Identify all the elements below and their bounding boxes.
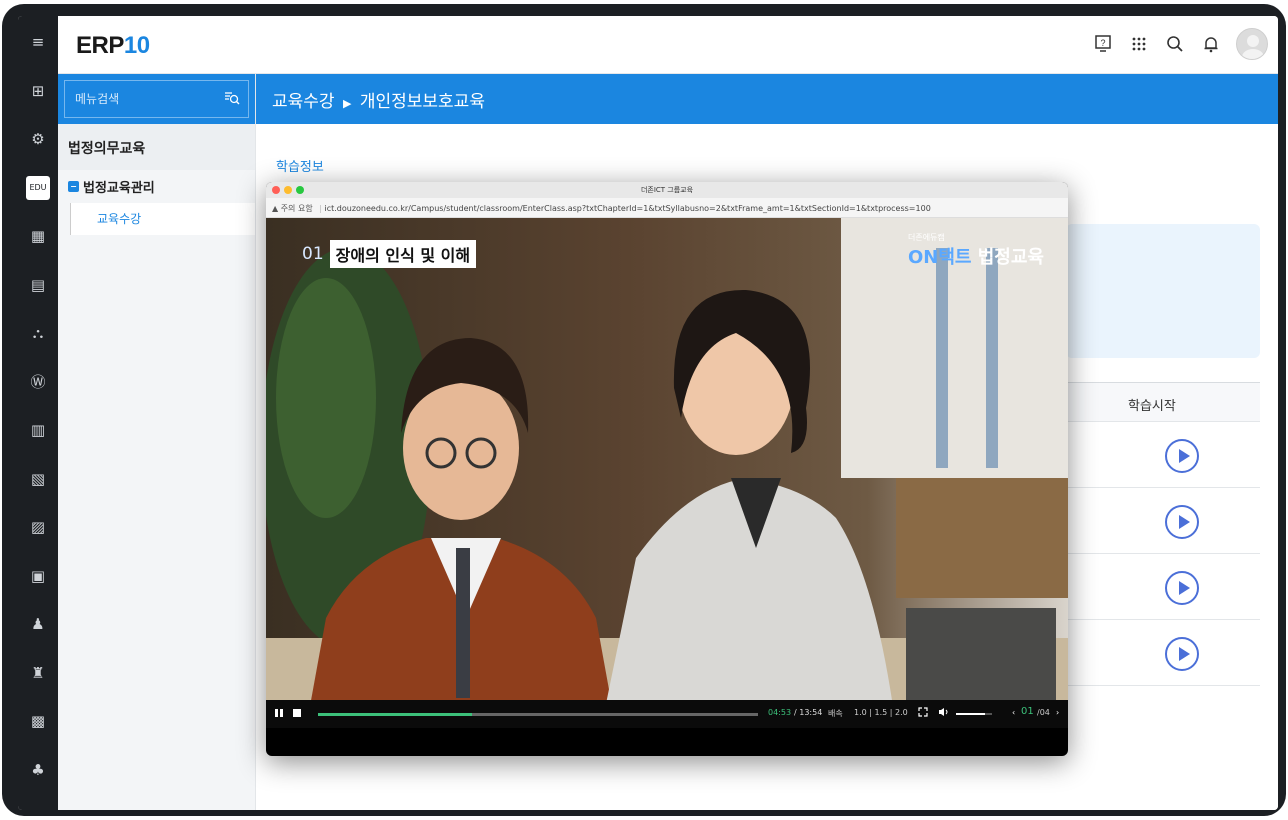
caption-number: 01	[302, 244, 324, 264]
page-total: /04	[1037, 708, 1050, 717]
table-header: 학습시작	[1066, 382, 1260, 422]
menu-item-course-enrollment[interactable]: 교육수강	[70, 203, 255, 235]
document-settings-icon[interactable]: ▤	[26, 273, 50, 297]
building-icon[interactable]: ▥	[26, 418, 50, 442]
video-popup-window: 더존ICT 그룹교육 ▲ 주의 요함 | ict.douzoneedu.co.k…	[266, 182, 1068, 756]
popup-url-bar: ▲ 주의 요함 | ict.douzoneedu.co.kr/Campus/st…	[266, 198, 1068, 218]
popup-url[interactable]: ict.douzoneedu.co.kr/Campus/student/clas…	[324, 204, 930, 213]
window-controls	[272, 186, 304, 194]
brand-on-text: ON	[907, 247, 939, 268]
total-time: / 13:54	[794, 708, 823, 717]
person-icon[interactable]: ♟	[26, 612, 50, 636]
learning-info-title: 학습정보	[276, 160, 324, 175]
edu-icon[interactable]: EDU	[26, 175, 50, 200]
buildings-icon[interactable]: ▧	[26, 467, 50, 491]
erp-logo[interactable]: ERP10	[76, 32, 150, 60]
top-header: ERP10 ?	[58, 16, 1278, 74]
report-icon[interactable]: ▨	[26, 515, 50, 539]
brand-small-text: 더존에듀캠	[907, 233, 945, 242]
menu-search-input[interactable]	[65, 81, 248, 117]
page-current: 01	[1021, 706, 1034, 717]
speed-label: 배속	[828, 709, 843, 718]
help-monitor-icon[interactable]: ?	[1092, 33, 1114, 55]
workflow-icon[interactable]: ⛬	[26, 321, 50, 345]
table-row	[1066, 488, 1260, 554]
screen: ≡ ⊞ ⚙ EDU ▦ ▤ ⛬ Ⓦ ▥ ▧ ▨ ▣ ♟ ♜ ▩ ♣ ERP10 ?	[18, 16, 1278, 810]
popup-window-title: 더존ICT 그룹교육	[640, 186, 694, 194]
close-window-icon[interactable]	[272, 186, 280, 194]
money-bag-icon[interactable]: Ⓦ	[26, 370, 50, 394]
calculator-icon[interactable]: ▦	[26, 224, 50, 248]
breadcrumb: 교육수강 ▶ 개인정보보호교육	[256, 74, 1278, 124]
menu-group-legal-education[interactable]: − 법정교육관리	[58, 170, 255, 203]
network-icon[interactable]: ♣	[26, 758, 50, 782]
menu-group-label: 법정교육관리	[83, 181, 155, 196]
factory-icon[interactable]: ♜	[26, 661, 50, 685]
ontact-brand-logo: 더존에듀캠 ON택트 법정교육	[908, 232, 1044, 269]
table-row	[1066, 422, 1260, 488]
top-right-toolbar: ?	[1092, 28, 1268, 60]
security-warning[interactable]: ▲ 주의 요함	[272, 204, 313, 213]
minimize-window-icon[interactable]	[284, 186, 292, 194]
prev-page-icon[interactable]: ‹	[1012, 708, 1015, 717]
breadcrumb-separator-icon: ▶	[342, 97, 352, 110]
box-icon[interactable]: ▩	[26, 709, 50, 733]
video-progress-bar[interactable]	[318, 713, 758, 716]
next-page-icon[interactable]: ›	[1056, 708, 1059, 717]
video-caption: 01 장애의 인식 및 이해	[302, 240, 477, 268]
speed-options[interactable]: 1.0 | 1.5 | 2.0	[854, 708, 908, 717]
brand-main-text: 법정교육	[977, 247, 1044, 268]
search-icon[interactable]	[1164, 33, 1186, 55]
device-frame: ≡ ⊞ ⚙ EDU ▦ ▤ ⛬ Ⓦ ▥ ▧ ▨ ▣ ♟ ♜ ▩ ♣ ERP10 ?	[2, 4, 1286, 816]
apps-grid-icon[interactable]	[1128, 33, 1150, 55]
table-row	[1066, 554, 1260, 620]
brand-big-text: ON택트 법정교육	[908, 243, 1044, 269]
column-header-start-learning: 학습시작	[1128, 399, 1176, 414]
maximize-window-icon[interactable]	[296, 186, 304, 194]
icon-navigation-bar: ≡ ⊞ ⚙ EDU ▦ ▤ ⛬ Ⓦ ▥ ▧ ▨ ▣ ♟ ♜ ▩ ♣	[18, 16, 58, 810]
notification-bell-icon[interactable]	[1200, 33, 1222, 55]
start-learning-play-icon[interactable]	[1165, 505, 1199, 539]
progress-fill	[318, 713, 472, 716]
collapse-minus-icon[interactable]: −	[68, 181, 79, 192]
video-frame-illustration	[266, 218, 1068, 728]
start-learning-play-icon[interactable]	[1165, 439, 1199, 473]
svg-text:?: ?	[1100, 38, 1105, 48]
breadcrumb-current: 개인정보보호교육	[359, 92, 485, 112]
player-controls: 04:53 / 13:54 배속 1.0 | 1.5 | 2.0 ‹ 01 /0…	[266, 700, 1068, 728]
learning-info-panel	[1066, 224, 1260, 358]
start-learning-play-icon[interactable]	[1165, 637, 1199, 671]
logo-main-text: ERP	[76, 32, 124, 59]
logo-accent-text: 10	[123, 32, 150, 59]
user-avatar[interactable]	[1236, 28, 1268, 60]
current-time: 04:53	[768, 708, 792, 717]
table-row	[1066, 620, 1260, 686]
menu-search-area	[58, 74, 255, 124]
menu-search-box	[64, 80, 249, 118]
menu-toggle-icon[interactable]: ≡	[26, 30, 50, 54]
sidebar-menu: 법정의무교육 − 법정교육관리 교육수강	[58, 74, 256, 810]
popup-title-bar: 더존ICT 그룹교육	[266, 182, 1068, 198]
org-icon[interactable]: ⊞	[26, 79, 50, 103]
volume-slider[interactable]	[956, 713, 992, 715]
ledger-icon[interactable]: ▣	[26, 564, 50, 588]
brand-mid-text: 택트	[938, 247, 972, 268]
start-learning-play-icon[interactable]	[1165, 571, 1199, 605]
caption-text: 장애의 인식 및 이해	[329, 240, 477, 268]
settings-gear-icon[interactable]: ⚙	[26, 127, 50, 151]
video-player[interactable]: 01 장애의 인식 및 이해 더존에듀캠 ON택트 법정교육 04:53 / 1…	[266, 218, 1068, 728]
menu-heading[interactable]: 법정의무교육	[58, 124, 255, 170]
menu-search-icon[interactable]	[224, 90, 240, 110]
breadcrumb-parent[interactable]: 교육수강	[272, 92, 335, 112]
